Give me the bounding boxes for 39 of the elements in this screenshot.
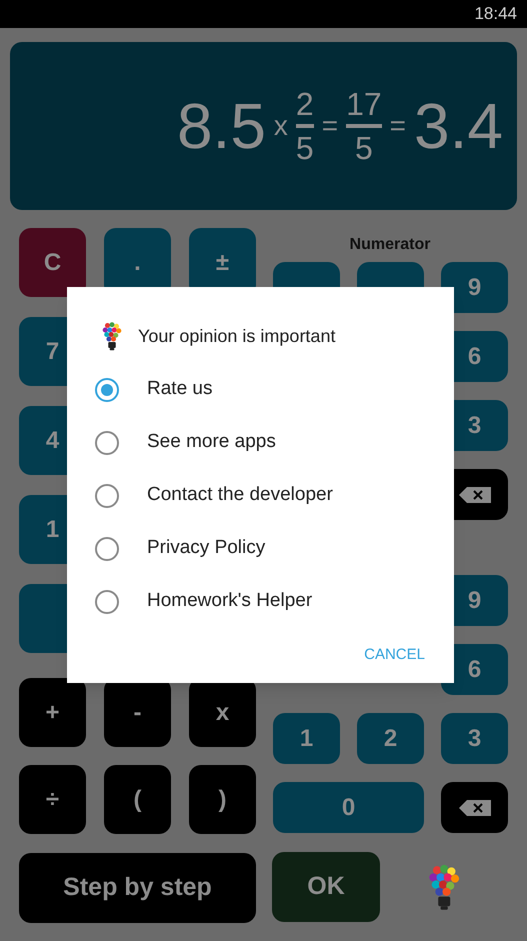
option-label: Contact the developer [147, 483, 333, 508]
dialog-title: Your opinion is important [138, 324, 336, 348]
display-operator: = [390, 112, 406, 140]
display-operator: = [322, 112, 338, 140]
key-button[interactable]: 0 [273, 782, 424, 833]
key-button[interactable]: 1 [273, 713, 340, 764]
ok-button[interactable]: OK [272, 852, 380, 922]
key-button[interactable]: 9 [441, 262, 508, 313]
radio-button[interactable] [95, 536, 119, 560]
backspace-icon [458, 800, 490, 816]
key-button[interactable]: C [19, 228, 86, 297]
numerator-label: Numerator [350, 235, 430, 255]
fraction-numerator: 17 [346, 88, 382, 120]
key-button[interactable]: ÷ [19, 765, 86, 834]
option-label: Homework's Helper [147, 589, 312, 614]
clock: 18:44 [474, 3, 517, 26]
key-button[interactable]: 3 [441, 713, 508, 764]
key-button[interactable]: + [19, 678, 86, 747]
key-button[interactable]: 2 [357, 713, 424, 764]
display-number: 3.4 [414, 94, 503, 158]
display-operator: x [274, 112, 288, 140]
radio-button[interactable] [95, 430, 119, 454]
display-number: 8.5 [176, 94, 266, 158]
key-button[interactable]: ) [189, 765, 256, 834]
radio-button[interactable] [95, 590, 119, 614]
step-by-step-button[interactable]: Step by step [19, 853, 256, 923]
option-label: Privacy Policy [147, 536, 266, 560]
backspace-button[interactable] [441, 782, 508, 833]
radio-button[interactable] [95, 484, 119, 508]
fraction-denominator: 5 [354, 132, 373, 164]
radio-button[interactable] [95, 378, 119, 402]
fraction-denominator: 5 [296, 132, 314, 164]
cancel-button[interactable]: CANCEL [362, 644, 427, 667]
option-label: See more apps [147, 430, 276, 454]
fraction-numerator: 2 [296, 88, 314, 120]
lightbulb-logo-icon [100, 321, 124, 351]
option-label: Rate us [147, 377, 212, 402]
key-button[interactable]: ( [104, 765, 171, 834]
backspace-icon [458, 486, 490, 502]
